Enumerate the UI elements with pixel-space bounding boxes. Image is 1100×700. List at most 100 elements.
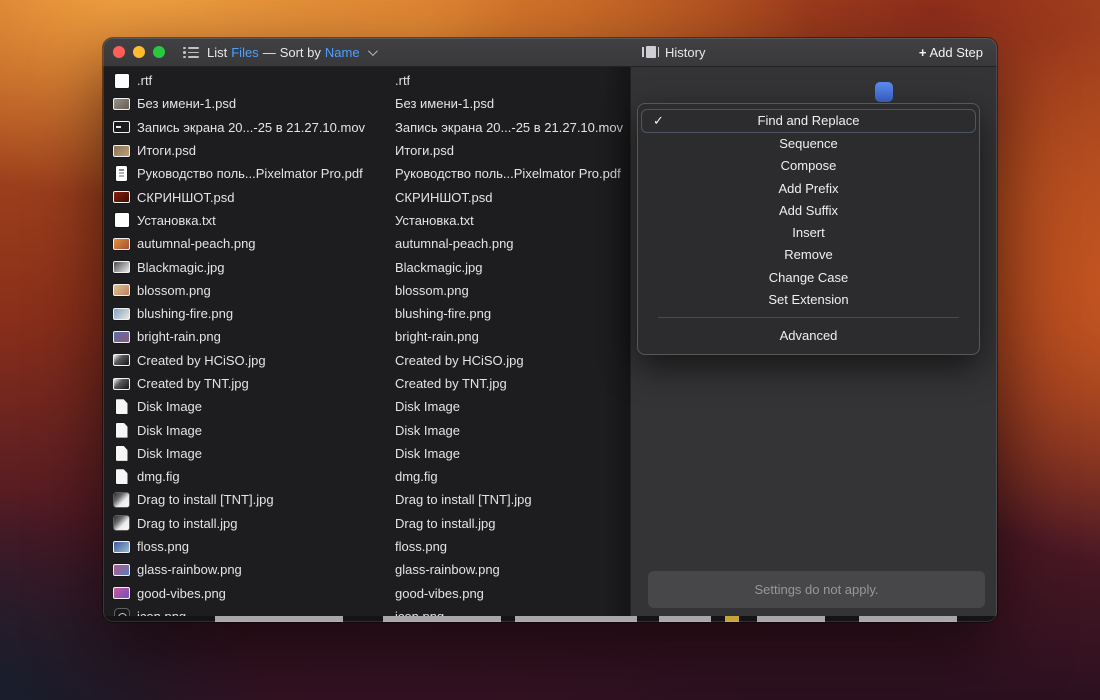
file-name: glass-rainbow.png bbox=[137, 562, 395, 577]
file-name: Drag to install [TNT].jpg bbox=[137, 492, 395, 507]
file-name: Created by TNT.jpg bbox=[137, 376, 395, 391]
menu-item-remove[interactable]: Remove bbox=[638, 244, 979, 266]
image-thumb-icon bbox=[113, 378, 130, 390]
file-name: blossom.png bbox=[137, 283, 395, 298]
title-dash: — bbox=[263, 45, 276, 60]
image-thumb-icon bbox=[113, 308, 130, 320]
sort-name-dropdown-link[interactable]: Name bbox=[325, 45, 360, 60]
file-preview-name: Disk Image bbox=[395, 446, 460, 461]
file-row[interactable]: Руководство поль...Pixelmator Pro.pdf Ру… bbox=[103, 162, 630, 185]
file-preview-name: Руководство поль...Pixelmator Pro.pdf bbox=[395, 166, 621, 181]
file-preview-name: Blackmagic.jpg bbox=[395, 260, 482, 275]
file-name: Без имени-1.psd bbox=[137, 96, 395, 111]
step-type-menu: ✓ Find and Replace Sequence Compose Add … bbox=[637, 103, 980, 355]
file-row[interactable]: Disk Image Disk Image bbox=[103, 395, 630, 418]
menu-item-label: Change Case bbox=[769, 270, 849, 285]
file-preview-name: Created by TNT.jpg bbox=[395, 376, 507, 391]
add-step-button[interactable]: +Add Step bbox=[919, 45, 983, 60]
page-icon bbox=[116, 446, 128, 461]
checkmark-icon: ✓ bbox=[653, 110, 664, 132]
rename-app-window: List Files — Sort by Name History +Add S… bbox=[103, 38, 997, 622]
image-thumb-icon bbox=[113, 587, 130, 599]
menu-item-label: Add Suffix bbox=[779, 203, 838, 218]
file-row[interactable]: dmg.fig dmg.fig bbox=[103, 465, 630, 488]
menu-item-change-case[interactable]: Change Case bbox=[638, 267, 979, 289]
file-row[interactable]: Drag to install.jpg Drag to install.jpg bbox=[103, 512, 630, 535]
file-name: Created by HCiSO.jpg bbox=[137, 353, 395, 368]
file-row[interactable]: Created by HCiSO.jpg Created by HCiSO.jp… bbox=[103, 349, 630, 372]
menu-item-advanced[interactable]: Advanced bbox=[638, 325, 979, 347]
file-row[interactable]: floss.png floss.png bbox=[103, 535, 630, 558]
page-icon bbox=[116, 399, 128, 414]
clipped-segment bbox=[383, 616, 501, 622]
menu-item-label: Remove bbox=[784, 247, 832, 262]
menu-item-add-prefix[interactable]: Add Prefix bbox=[638, 178, 979, 200]
history-header: History +Add Step bbox=[630, 38, 997, 66]
file-row[interactable]: Disk Image Disk Image bbox=[103, 418, 630, 441]
traffic-lights bbox=[103, 46, 165, 58]
file-row[interactable]: Итоги.psd Итоги.psd bbox=[103, 139, 630, 162]
file-row[interactable]: glass-rainbow.png glass-rainbow.png bbox=[103, 558, 630, 581]
file-name: Disk Image bbox=[137, 399, 395, 414]
file-name: Disk Image bbox=[137, 423, 395, 438]
file-row[interactable]: blossom.png blossom.png bbox=[103, 279, 630, 302]
file-name: autumnal-peach.png bbox=[137, 236, 395, 251]
file-name: Disk Image bbox=[137, 446, 395, 461]
clipped-segment bbox=[859, 616, 957, 622]
menu-item-add-suffix[interactable]: Add Suffix bbox=[638, 200, 979, 222]
image-thumb-icon bbox=[113, 284, 130, 296]
file-row[interactable]: Blackmagic.jpg Blackmagic.jpg bbox=[103, 255, 630, 278]
menu-item-label: Add Prefix bbox=[779, 181, 839, 196]
file-row[interactable]: good-vibes.png good-vibes.png bbox=[103, 582, 630, 605]
settings-not-apply-notice: Settings do not apply. bbox=[648, 571, 985, 608]
history-icon bbox=[642, 46, 659, 58]
menu-item-set-extension[interactable]: Set Extension bbox=[638, 289, 979, 311]
file-row[interactable]: Disk Image Disk Image bbox=[103, 442, 630, 465]
file-rows: .rtf .rtf Без имени-1.psd Без имени-1.ps… bbox=[103, 67, 630, 622]
file-preview-name: Запись экрана 20...-25 в 21.27.10.mov bbox=[395, 120, 623, 135]
file-preview-name: Без имени-1.psd bbox=[395, 96, 494, 111]
image-thumb-icon bbox=[113, 331, 130, 343]
chevron-down-icon[interactable] bbox=[368, 46, 378, 56]
file-row[interactable]: autumnal-peach.png autumnal-peach.png bbox=[103, 232, 630, 255]
image-thumb-icon bbox=[114, 516, 129, 530]
file-preview-name: Created by HCiSO.jpg bbox=[395, 353, 524, 368]
clipped-segment bbox=[659, 616, 711, 622]
file-name: dmg.fig bbox=[137, 469, 395, 484]
menu-item-sequence[interactable]: Sequence bbox=[638, 133, 979, 155]
file-preview-name: .rtf bbox=[395, 73, 410, 88]
file-row[interactable]: Created by TNT.jpg Created by TNT.jpg bbox=[103, 372, 630, 395]
file-row[interactable]: .rtf .rtf bbox=[103, 69, 630, 92]
file-name: Итоги.psd bbox=[137, 143, 395, 158]
file-row[interactable]: Запись экрана 20...-25 в 21.27.10.mov За… bbox=[103, 116, 630, 139]
menu-item-label: Insert bbox=[792, 225, 825, 240]
file-preview-name: Drag to install.jpg bbox=[395, 516, 495, 531]
file-row[interactable]: СКРИНШОТ.psd СКРИНШОТ.psd bbox=[103, 185, 630, 208]
image-thumb-icon bbox=[113, 541, 130, 553]
zoom-button[interactable] bbox=[153, 46, 165, 58]
step-popup-button-fragment[interactable] bbox=[875, 82, 893, 102]
file-row[interactable]: Drag to install [TNT].jpg Drag to instal… bbox=[103, 488, 630, 511]
menu-item-compose[interactable]: Compose bbox=[638, 155, 979, 177]
image-thumb-icon bbox=[113, 191, 130, 203]
file-preview-name: Итоги.psd bbox=[395, 143, 454, 158]
file-name: floss.png bbox=[137, 539, 395, 554]
files-dropdown-link[interactable]: Files bbox=[231, 45, 258, 60]
file-row[interactable]: Без имени-1.psd Без имени-1.psd bbox=[103, 92, 630, 115]
title-sort-by: Sort by bbox=[280, 45, 321, 60]
menu-item-label: Compose bbox=[781, 158, 837, 173]
file-row[interactable]: bright-rain.png bright-rain.png bbox=[103, 325, 630, 348]
image-thumb-icon bbox=[113, 238, 130, 250]
file-name: good-vibes.png bbox=[137, 586, 395, 601]
file-row[interactable]: Установка.txt Установка.txt bbox=[103, 209, 630, 232]
file-preview-name: blushing-fire.png bbox=[395, 306, 491, 321]
menu-item-insert[interactable]: Insert bbox=[638, 222, 979, 244]
clipped-segment bbox=[757, 616, 825, 622]
file-list-panel: .rtf .rtf Без имени-1.psd Без имени-1.ps… bbox=[103, 67, 630, 622]
file-preview-name: autumnal-peach.png bbox=[395, 236, 514, 251]
minimize-button[interactable] bbox=[133, 46, 145, 58]
close-button[interactable] bbox=[113, 46, 125, 58]
file-row[interactable]: blushing-fire.png blushing-fire.png bbox=[103, 302, 630, 325]
menu-item-find-and-replace[interactable]: ✓ Find and Replace bbox=[641, 109, 976, 133]
menu-separator bbox=[658, 317, 959, 318]
